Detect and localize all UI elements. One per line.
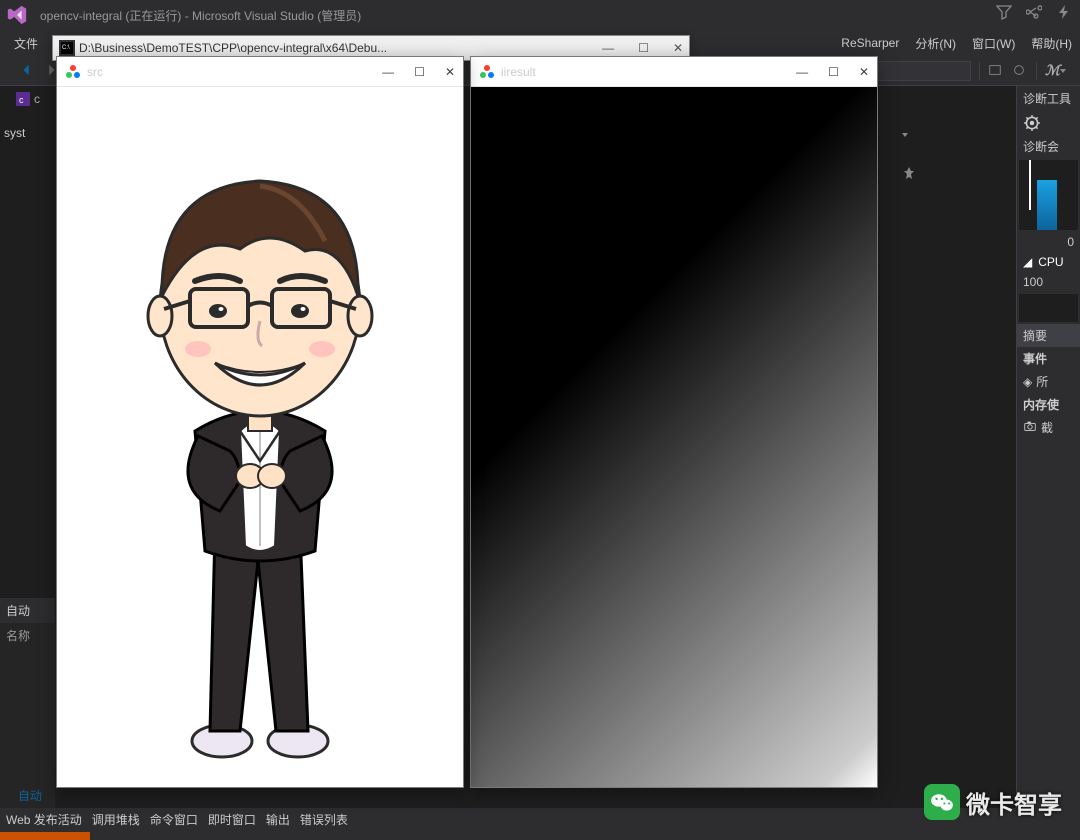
- debug-path-text: D:\Business\DemoTEST\CPP\opencv-integral…: [79, 41, 387, 55]
- close-icon[interactable]: ✕: [673, 41, 683, 55]
- watermark-text: 微卡智享: [966, 785, 1062, 820]
- gear-icon[interactable]: [1023, 114, 1041, 132]
- menu-resharper[interactable]: ReSharper: [833, 32, 907, 54]
- menu-help[interactable]: 帮助(H): [1023, 31, 1080, 56]
- share-icon[interactable]: [1026, 4, 1042, 20]
- editor-tab[interactable]: c c: [16, 92, 40, 106]
- close-icon[interactable]: ✕: [859, 65, 869, 79]
- maximize-icon[interactable]: ☐: [414, 65, 425, 79]
- window-title: opencv-integral (正在运行) - Microsoft Visua…: [40, 7, 361, 24]
- tab-command[interactable]: 命令窗口: [150, 811, 198, 828]
- funnel-icon[interactable]: [996, 4, 1012, 20]
- cmd-icon: C:\: [59, 40, 75, 56]
- syst-label: syst: [4, 126, 25, 140]
- back-icon[interactable]: [20, 63, 36, 79]
- diag-memory[interactable]: 内存使: [1017, 393, 1080, 416]
- title-bar: opencv-integral (正在运行) - Microsoft Visua…: [0, 0, 1080, 30]
- cpu-label: ◢CPU: [1017, 252, 1080, 272]
- vs-logo-icon: [6, 3, 30, 27]
- diag-zero: 0: [1017, 232, 1080, 252]
- src-image: [57, 87, 463, 787]
- close-icon[interactable]: ✕: [445, 65, 455, 79]
- diamond-icon: ◈: [1023, 375, 1032, 389]
- diag-events-sub: ◈所: [1017, 370, 1080, 393]
- tab-output[interactable]: 输出: [266, 811, 290, 828]
- tab-callstack[interactable]: 调用堆栈: [92, 811, 140, 828]
- wechat-icon: [924, 784, 960, 820]
- minimize-icon[interactable]: —: [382, 65, 394, 79]
- diag-session: 诊断会: [1017, 135, 1080, 158]
- flash-icon[interactable]: [1056, 4, 1072, 20]
- minimize-icon[interactable]: —: [796, 65, 808, 79]
- menu-window[interactable]: 窗口(W): [964, 31, 1023, 56]
- status-bar: [0, 832, 90, 840]
- pin-icon[interactable]: [902, 166, 916, 185]
- cartoon-avatar: [100, 131, 420, 771]
- hex-icon[interactable]: [988, 63, 1004, 79]
- editor-tab-label: c: [34, 92, 40, 106]
- tool-icon-2[interactable]: [1012, 63, 1028, 79]
- cpp-file-icon: c: [16, 92, 30, 106]
- auto-col-name: 名称: [0, 623, 55, 648]
- auto-panel-title: 自动: [0, 598, 55, 623]
- src-window: src — ☐ ✕: [56, 56, 464, 788]
- dropdown-icon[interactable]: [900, 126, 916, 142]
- maximize-icon[interactable]: ☐: [828, 65, 839, 79]
- opencv-app-icon: [479, 64, 495, 80]
- tab-errors[interactable]: 错误列表: [300, 811, 348, 828]
- diag-summary[interactable]: 摘要: [1017, 324, 1080, 347]
- bottom-tabs: Web 发布活动 调用堆栈 命令窗口 即时窗口 输出 错误列表: [0, 808, 1080, 830]
- iiresult-window: iiresult — ☐ ✕: [470, 56, 878, 788]
- src-title: src: [87, 65, 103, 79]
- iiresult-image: [471, 87, 877, 787]
- minimize-icon[interactable]: —: [602, 41, 614, 55]
- camera-icon[interactable]: [1023, 419, 1037, 436]
- menu-analyze[interactable]: 分析(N): [907, 31, 964, 56]
- tab-immediate[interactable]: 即时窗口: [208, 811, 256, 828]
- tab-web-publish[interactable]: Web 发布活动: [6, 811, 82, 828]
- diagnostic-panel: 诊断工具 诊断会 0 ◢CPU 100 摘要 事件 ◈所 内存使 截: [1016, 86, 1080, 808]
- cpu-value: 100: [1017, 272, 1080, 292]
- svg-text:c: c: [19, 95, 24, 105]
- diag-events[interactable]: 事件: [1017, 347, 1080, 370]
- intellicode-icon[interactable]: ℳ: [1045, 62, 1066, 79]
- iiresult-title: iiresult: [501, 65, 536, 79]
- diag-chart: [1019, 160, 1078, 230]
- auto-panel: 自动 名称: [0, 598, 55, 808]
- auto-tab[interactable]: 自动: [18, 787, 42, 804]
- maximize-icon[interactable]: ☐: [638, 41, 649, 55]
- watermark: 微卡智享: [924, 784, 1062, 820]
- diag-title: 诊断工具: [1017, 86, 1080, 111]
- svg-text:C:\: C:\: [62, 45, 70, 51]
- menu-file[interactable]: 文件: [6, 31, 46, 56]
- opencv-app-icon: [65, 64, 81, 80]
